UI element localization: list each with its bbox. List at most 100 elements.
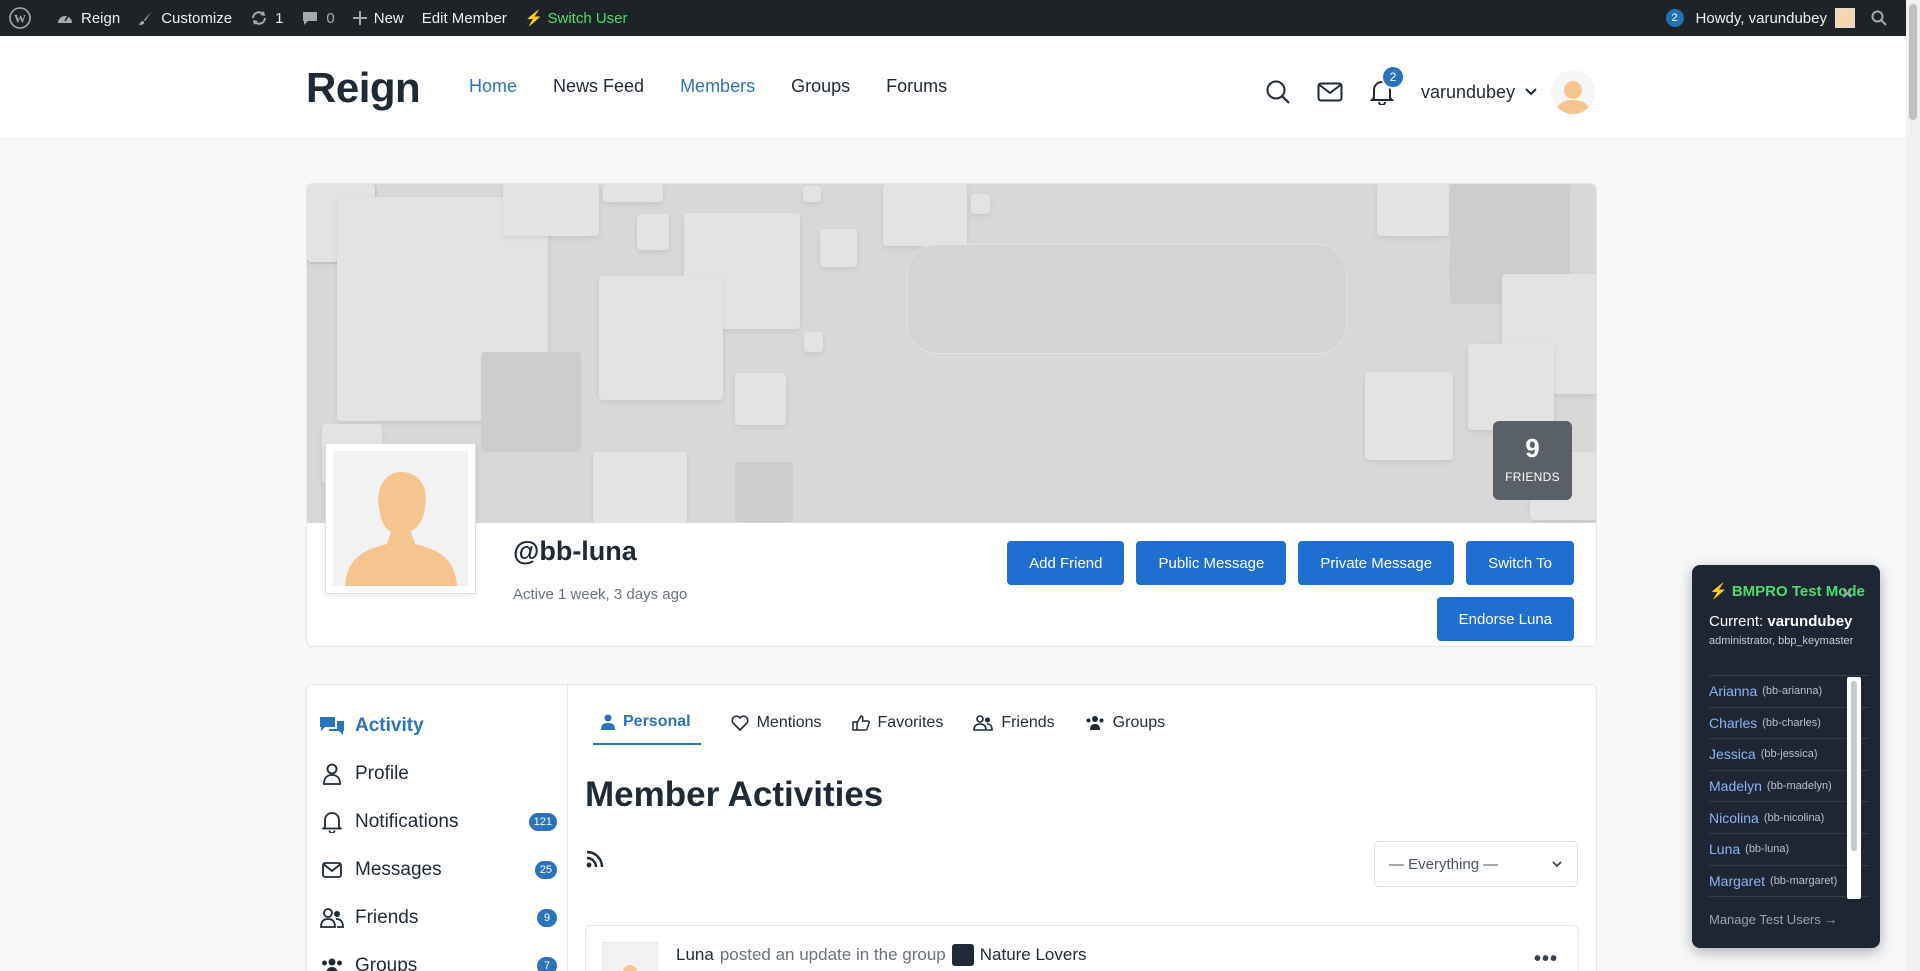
sidebar-item-activity[interactable]: Activity (319, 715, 557, 737)
admin-avatar[interactable] (1835, 8, 1855, 28)
sidebar-item-friends[interactable]: Friends 9 (319, 907, 557, 929)
nav-news-feed[interactable]: News Feed (553, 76, 644, 97)
sidebar-item-messages[interactable]: Messages 25 (319, 859, 557, 881)
svg-text:W: W (14, 12, 26, 26)
bmpro-scroll-thumb[interactable] (1851, 681, 1857, 851)
page-scroll-thumb[interactable] (1909, 4, 1917, 120)
admin-howdy[interactable]: Howdy, varundubey (1696, 10, 1827, 27)
count-badge: 9 (537, 909, 557, 927)
admin-site-link[interactable]: Reign (47, 0, 129, 36)
profile-header-card: 9 FRIENDS @bb-luna Active 1 week, 3 days… (306, 183, 1597, 647)
admin-new-label: New (373, 9, 404, 27)
count-badge: 121 (528, 813, 557, 831)
users-icon (1086, 716, 1104, 730)
last-active: Active 1 week, 3 days ago (513, 586, 688, 603)
switch-to-button[interactable]: Switch To (1466, 541, 1574, 585)
tab-groups[interactable]: Groups (1085, 713, 1165, 745)
test-user-slug: (bb-madelyn) (1766, 780, 1832, 793)
user-friends-icon (973, 715, 994, 731)
activity-author[interactable]: Luna (676, 945, 714, 965)
tab-label: Personal (623, 713, 691, 730)
admin-edit-member-link[interactable]: Edit Member (413, 0, 516, 36)
more-options-icon[interactable]: ••• (1534, 948, 1558, 971)
site-logo[interactable]: Reign (306, 64, 421, 112)
bmpro-scrollbar[interactable] (1847, 677, 1861, 899)
test-user-name: Nicolina (1709, 809, 1759, 826)
chevron-down-icon (1552, 861, 1562, 868)
comments-icon (319, 715, 345, 737)
manage-test-users-link[interactable]: Manage Test Users → (1709, 912, 1837, 927)
add-friend-button[interactable]: Add Friend (1007, 541, 1125, 585)
close-icon[interactable]: ✕ (1841, 585, 1854, 603)
test-user-name: Arianna (1709, 683, 1758, 700)
users-icon (319, 956, 345, 971)
activity-panel: Personal Mentions Favorites Friends Grou… (567, 684, 1597, 971)
page-title: Member Activities (585, 775, 884, 814)
profile-avatar[interactable] (325, 443, 476, 594)
group-avatar[interactable] (951, 944, 974, 966)
activity-avatar[interactable] (602, 942, 658, 971)
private-message-button[interactable]: Private Message (1298, 541, 1455, 585)
test-user-slug: (bb-margaret) (1770, 874, 1838, 887)
wordpress-logo-icon[interactable]: W (0, 0, 47, 36)
test-user-item[interactable]: Charles (bb-charles) (1709, 708, 1869, 740)
tab-label: Mentions (756, 714, 822, 731)
sidebar-item-groups[interactable]: Groups 7 (319, 955, 557, 971)
public-message-button[interactable]: Public Message (1136, 541, 1287, 585)
admin-comments-link[interactable]: 0 (292, 0, 343, 36)
tab-favorites[interactable]: Favorites (851, 713, 943, 745)
friends-count-box[interactable]: 9 FRIENDS (1493, 421, 1572, 500)
admin-updates-link[interactable]: 1 (241, 0, 292, 36)
admin-notification-badge[interactable]: 2 (1665, 9, 1684, 27)
bmpro-current: Current: varundubey (1709, 613, 1852, 630)
tab-friends[interactable]: Friends (973, 713, 1055, 745)
filter-value: — Everything — (1389, 855, 1499, 873)
header-avatar (1551, 70, 1596, 114)
rss-icon[interactable] (586, 850, 604, 873)
nav-forums[interactable]: Forums (886, 76, 947, 97)
activity-item: Luna posted an update in the group Natur… (585, 925, 1579, 971)
user-menu[interactable]: varundubey (1421, 70, 1596, 114)
sidebar-item-profile[interactable]: Profile (319, 763, 557, 785)
nav-members[interactable]: Members (680, 76, 755, 97)
tab-label: Friends (1001, 714, 1055, 731)
sidebar-item-label: Messages (355, 859, 442, 880)
lightning-icon: ⚡ (524, 10, 544, 27)
admin-new-link[interactable]: New (344, 0, 413, 36)
dashboard-icon (58, 15, 72, 23)
count-badge: 25 (534, 861, 557, 879)
comment-icon (303, 12, 318, 25)
plus-icon (352, 11, 367, 25)
site-header: Reign Home News Feed Members Groups Foru… (0, 36, 1906, 139)
page-scrollbar[interactable] (1906, 0, 1920, 971)
brush-icon (139, 11, 153, 25)
sidebar-item-label: Friends (355, 907, 419, 928)
activity-group[interactable]: Nature Lovers (980, 945, 1087, 965)
test-user-item[interactable]: Jessica (bb-jessica) (1709, 739, 1869, 771)
sidebar-item-label: Activity (355, 715, 424, 736)
admin-switch-user-link[interactable]: ⚡ Switch User (516, 0, 637, 36)
test-user-item[interactable]: Nicolina (bb-nicolina) (1709, 802, 1869, 834)
tab-mentions[interactable]: Mentions (731, 713, 822, 745)
nav-home[interactable]: Home (469, 76, 517, 97)
admin-customize-link[interactable]: Customize (129, 0, 241, 36)
test-user-item[interactable]: Madelyn (bb-madelyn) (1709, 771, 1869, 803)
endorse-button[interactable]: Endorse Luna (1436, 597, 1574, 641)
profile-actions: Add Friend Public Message Private Messag… (1007, 541, 1574, 585)
sidebar-item-notifications[interactable]: Notifications 121 (319, 811, 557, 833)
test-user-item[interactable]: Arianna (bb-arianna) (1709, 676, 1869, 708)
activity-filter-select[interactable]: — Everything — (1374, 841, 1578, 887)
bell-icon[interactable]: 2 (1367, 65, 1405, 107)
admin-switch-user-label: Switch User (547, 9, 628, 27)
mail-icon[interactable] (1315, 77, 1345, 107)
main-nav: Home News Feed Members Groups Forums (469, 76, 947, 97)
admin-search-icon[interactable] (1855, 0, 1906, 36)
admin-site-name: Reign (81, 9, 121, 27)
search-icon[interactable] (1263, 77, 1293, 107)
nav-groups[interactable]: Groups (791, 76, 850, 97)
test-user-item[interactable]: Luna (bb-luna) (1709, 834, 1869, 866)
test-user-name: Charles (1709, 714, 1758, 731)
test-user-item[interactable]: Margaret (bb-margaret) (1709, 866, 1869, 898)
tab-personal[interactable]: Personal (593, 713, 701, 745)
mail-icon (319, 861, 345, 879)
